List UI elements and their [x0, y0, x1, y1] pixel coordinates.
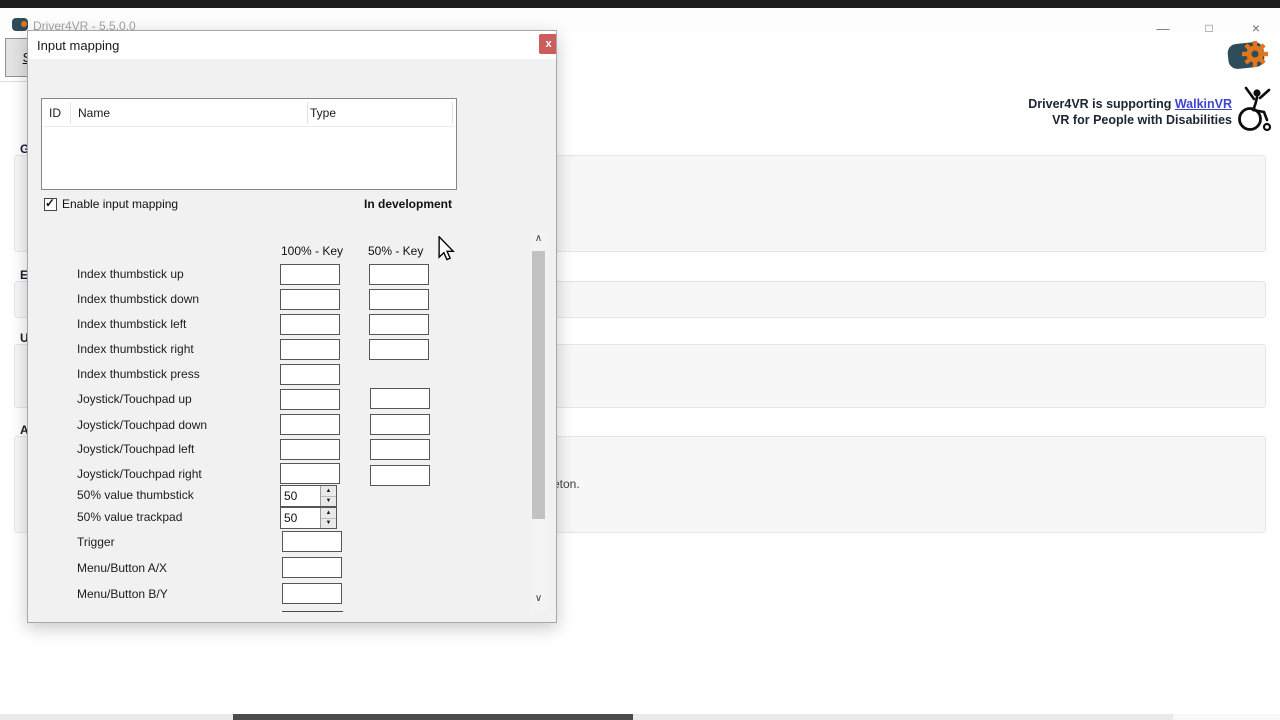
key-input-100[interactable]	[280, 289, 340, 310]
gear-icon	[1240, 39, 1270, 74]
spinner-up-icon[interactable]: ▲	[321, 508, 336, 519]
mapping-row-label: Index thumbstick left	[77, 317, 186, 331]
key-input-100[interactable]	[282, 531, 342, 552]
column-header-type[interactable]: Type	[310, 106, 336, 120]
partial-background-text: eton.	[553, 477, 580, 491]
dialog-title: Input mapping	[37, 38, 119, 53]
mapping-row-label: Trigger	[77, 535, 115, 549]
mapping-row-label: Index thumbstick down	[77, 292, 199, 306]
key-input-100[interactable]	[280, 364, 340, 385]
app-logo-gear-icon	[21, 21, 27, 27]
value-spinner[interactable]: 50▲▼	[280, 507, 337, 529]
spinner-buttons: ▲▼	[320, 508, 336, 528]
key-input-50[interactable]	[369, 339, 429, 360]
key-input-100[interactable]	[282, 583, 342, 604]
key-input-100[interactable]	[280, 314, 340, 335]
column-header-name[interactable]: Name	[78, 106, 110, 120]
toolbar-divider	[0, 81, 27, 82]
walkinvr-promo: Driver4VR is supporting WalkinVR VR for …	[1008, 96, 1232, 128]
mapping-row-label: Joystick/Touchpad down	[77, 418, 207, 432]
input-mapping-dialog: Input mapping x ID Name Type ✓ Enable in…	[27, 30, 557, 623]
key-input-100[interactable]	[280, 264, 340, 285]
column-divider	[307, 102, 308, 124]
spinner-value: 50	[281, 486, 320, 506]
mapping-row-label: Index thumbstick up	[77, 267, 184, 281]
key-input-100[interactable]	[282, 557, 342, 578]
close-icon[interactable]: ×	[1239, 16, 1273, 40]
key-column-header-50: 50% - Key	[368, 244, 423, 258]
key-input-50[interactable]	[370, 414, 430, 435]
bottom-strip	[0, 714, 1280, 720]
mapping-row-label: Joystick/Touchpad up	[77, 392, 192, 406]
scroll-down-icon[interactable]: ∨	[530, 591, 547, 605]
key-input-50[interactable]	[370, 388, 430, 409]
header-divider	[43, 126, 455, 127]
mapping-list-table[interactable]: ID Name Type	[41, 98, 457, 190]
spinner-value: 50	[281, 508, 320, 528]
mouse-cursor-icon	[437, 236, 455, 267]
mapping-row-label: Joystick/Touchpad right	[77, 467, 202, 481]
walkinvr-link[interactable]: WalkinVR	[1175, 97, 1232, 111]
column-divider	[452, 102, 453, 124]
top-video-strip	[0, 0, 1280, 8]
minimize-icon[interactable]: —	[1146, 16, 1180, 40]
column-header-id[interactable]: ID	[49, 106, 61, 120]
dialog-titlebar[interactable]: Input mapping	[28, 31, 556, 59]
screen: Driver4VR - 5.5.0.0 — □ × GEUA S eton. D…	[0, 0, 1280, 720]
app-titlebar[interactable]: Driver4VR - 5.5.0.0 — □ ×	[0, 8, 1280, 32]
spinner-buttons: ▲▼	[320, 486, 336, 506]
mapping-row-label: 50% value thumbstick	[77, 488, 194, 502]
key-input-50[interactable]	[370, 465, 430, 486]
partial-next-input	[282, 611, 343, 612]
dialog-close-button[interactable]: x	[539, 34, 557, 54]
key-input-100[interactable]	[280, 463, 340, 484]
spinner-down-icon[interactable]: ▼	[321, 497, 336, 507]
column-divider	[70, 102, 71, 124]
enable-input-mapping-checkbox[interactable]: ✓	[44, 198, 57, 211]
taskbar-fragment	[233, 714, 633, 720]
dialog-scrollbar[interactable]: ∧ ∨	[530, 231, 547, 612]
mapping-row-label: Index thumbstick right	[77, 342, 194, 356]
mapping-row-label: Index thumbstick press	[77, 367, 200, 381]
spinner-up-icon[interactable]: ▲	[321, 486, 336, 497]
enable-input-mapping-label[interactable]: Enable input mapping	[62, 197, 178, 211]
key-column-header-100: 100% - Key	[281, 244, 343, 258]
key-input-50[interactable]	[369, 289, 429, 310]
maximize-icon[interactable]: □	[1192, 16, 1226, 40]
promo-text-line1: Driver4VR is supporting	[1028, 97, 1175, 111]
key-input-50[interactable]	[369, 264, 429, 285]
scrollbar-thumb[interactable]	[532, 251, 545, 519]
key-input-50[interactable]	[370, 439, 430, 460]
value-spinner[interactable]: 50▲▼	[280, 485, 337, 507]
status-badge: In development	[328, 197, 452, 211]
key-input-100[interactable]	[280, 414, 340, 435]
check-icon: ✓	[45, 196, 55, 210]
wheelchair-icon	[1234, 86, 1274, 137]
mapping-row-label: 50% value trackpad	[77, 510, 182, 524]
promo-text-line2: VR for People with Disabilities	[1052, 113, 1232, 127]
key-input-100[interactable]	[280, 389, 340, 410]
mapping-row-label: Joystick/Touchpad left	[77, 442, 194, 456]
key-input-100[interactable]	[280, 439, 340, 460]
key-input-100[interactable]	[280, 339, 340, 360]
scroll-up-icon[interactable]: ∧	[530, 231, 547, 245]
spinner-down-icon[interactable]: ▼	[321, 519, 336, 529]
mapping-row-label: Menu/Button A/X	[77, 561, 167, 575]
key-input-50[interactable]	[369, 314, 429, 335]
mapping-row-label: Menu/Button B/Y	[77, 587, 168, 601]
bottom-strip-right	[1173, 714, 1280, 720]
